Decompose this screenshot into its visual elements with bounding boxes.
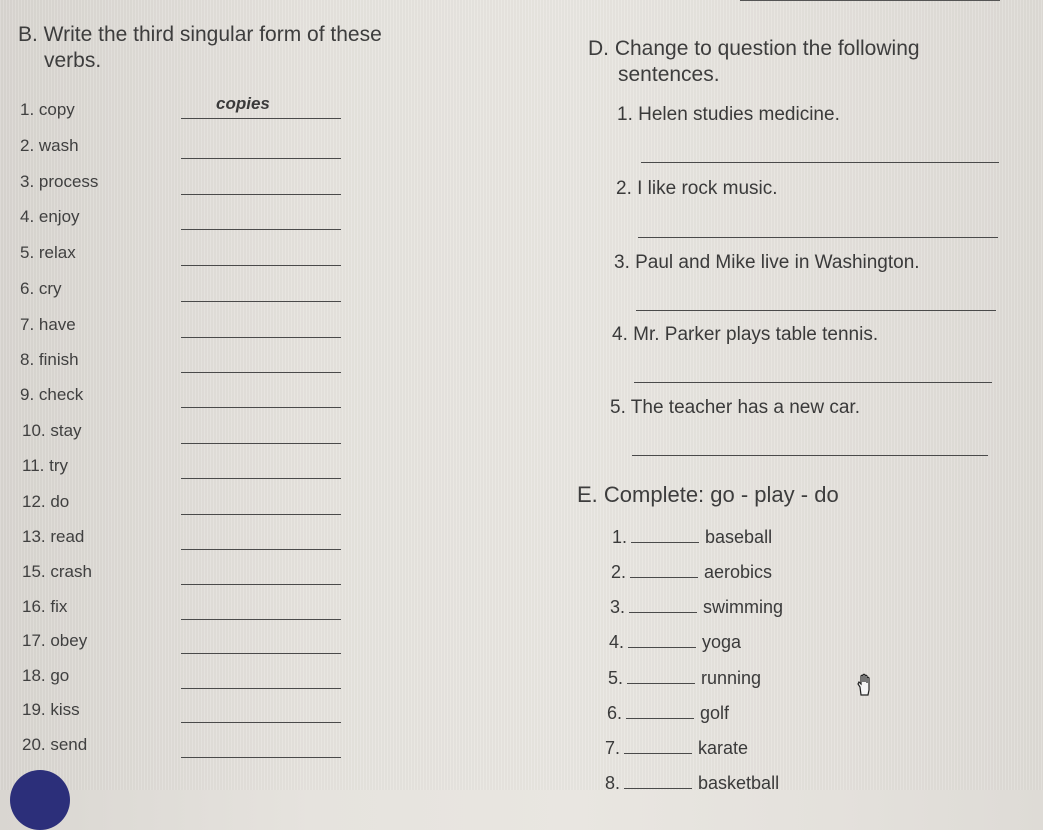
- section-d-title: D. Change to question the following sent…: [588, 36, 920, 88]
- sport-item-number: 3.: [610, 597, 626, 617]
- verb-item-label: 10. stay: [22, 421, 82, 440]
- sport-item-word: aerobics: [704, 562, 773, 582]
- sport-item-word: running: [701, 668, 762, 688]
- sport-item-word: basketball: [698, 773, 780, 793]
- sport-item: 2. aerobics: [611, 562, 772, 583]
- sentence-2: 2. I like rock music.: [616, 178, 778, 199]
- section-e-title: E. Complete: go - play - do: [577, 482, 839, 507]
- sport-item: 5. running: [608, 668, 761, 689]
- sport-item-word: karate: [698, 738, 749, 758]
- sport-verb-blank[interactable]: [624, 787, 693, 789]
- verb-answer-blank[interactable]: [181, 653, 341, 654]
- answer-line-2[interactable]: [638, 237, 998, 238]
- sentence-3: 3. Paul and Mike live in Washington.: [614, 252, 920, 273]
- sport-item-word: swimming: [703, 597, 784, 617]
- verb-answer-blank[interactable]: [181, 584, 341, 585]
- sport-verb-blank[interactable]: [630, 576, 699, 578]
- verb-answer-blank[interactable]: [181, 407, 341, 408]
- verb-item-label: 20. send: [22, 735, 88, 754]
- section-b-title-line2: verbs.: [44, 49, 102, 72]
- section-d-title-line2: sentences.: [618, 63, 720, 86]
- verb-answer-blank[interactable]: [181, 301, 341, 302]
- sport-item-number: 7.: [605, 738, 621, 758]
- sentence-4: 4. Mr. Parker plays table tennis.: [612, 324, 879, 345]
- sport-item: 6. golf: [607, 703, 729, 724]
- verb-answer-blank[interactable]: [181, 514, 341, 515]
- sport-verb-blank[interactable]: [626, 717, 695, 719]
- verb-item-label: 15. crash: [22, 562, 92, 581]
- verb-answer-blank[interactable]: [181, 688, 341, 689]
- answer-line-1[interactable]: [641, 162, 999, 163]
- verb-answer-blank[interactable]: [181, 229, 341, 230]
- verb-item-label: 9. check: [20, 385, 84, 404]
- sport-item: 3. swimming: [610, 597, 783, 618]
- verb-answer-blank[interactable]: [181, 443, 341, 444]
- verb-answer-blank[interactable]: [181, 337, 341, 338]
- divider: [740, 0, 1000, 1]
- sport-item-word: yoga: [702, 632, 742, 652]
- verb-answer-blank[interactable]: [181, 478, 341, 479]
- sport-item-number: 8.: [605, 773, 621, 793]
- verb-item-label: 12. do: [22, 492, 70, 511]
- sport-verb-blank[interactable]: [624, 752, 693, 754]
- verb-item-label: 2. wash: [20, 136, 79, 155]
- sport-item: 8. basketball: [605, 773, 779, 794]
- sentence-1: 1. Helen studies medicine.: [617, 104, 840, 125]
- verb-item-label: 6. cry: [20, 279, 62, 298]
- sport-item-number: 6.: [607, 703, 623, 723]
- verb-answer-blank[interactable]: [181, 619, 341, 620]
- sport-item: 7. karate: [605, 738, 748, 759]
- answer-line-4[interactable]: [634, 382, 992, 383]
- verb-item-label: 16. fix: [22, 597, 68, 616]
- sport-item-word: golf: [700, 703, 730, 723]
- verb-item-label: 18. go: [22, 666, 70, 685]
- avatar-badge: [10, 770, 70, 830]
- answer-line-3[interactable]: [636, 310, 996, 311]
- verb-item-label: 8. finish: [20, 350, 79, 369]
- verb-item-label: 17. obey: [22, 631, 88, 650]
- verb-item-label: 5. relax: [20, 243, 76, 262]
- verb-answer-blank[interactable]: [181, 372, 341, 373]
- sport-item-number: 2.: [611, 562, 627, 582]
- sport-item-number: 1.: [612, 527, 628, 547]
- verb-item-label: 11. try: [22, 456, 68, 475]
- verb-item-label: 13. read: [22, 527, 85, 546]
- sport-item-word: baseball: [705, 527, 773, 547]
- sport-verb-blank[interactable]: [628, 646, 697, 648]
- verb-answer-blank[interactable]: [181, 194, 341, 195]
- sport-verb-blank[interactable]: [631, 541, 700, 543]
- sentence-5: 5. The teacher has a new car.: [610, 397, 860, 418]
- sport-item-number: 5.: [608, 668, 624, 688]
- verb-item-label: 19. kiss: [22, 700, 80, 719]
- sport-item: 1. baseball: [612, 527, 772, 548]
- section-b-title-line1: B. Write the third singular form of thes…: [18, 23, 382, 46]
- verb-answer-blank[interactable]: [181, 158, 341, 159]
- hand-cursor-icon: [857, 673, 870, 696]
- sport-item: 4. yoga: [609, 632, 741, 653]
- verb-item-label: 3. process: [20, 172, 99, 191]
- sport-verb-blank[interactable]: [629, 611, 698, 613]
- verb-item-label: 1. copy: [20, 100, 75, 119]
- verb-answer: copies: [216, 94, 270, 113]
- worksheet: B. Write the third singular form of thes…: [0, 0, 1043, 830]
- verb-item-label: 4. enjoy: [20, 207, 80, 226]
- sport-item-number: 4.: [609, 632, 625, 652]
- verb-answer-blank[interactable]: [181, 722, 341, 723]
- section-d-title-line1: D. Change to question the following: [588, 37, 920, 60]
- verb-answer-blank[interactable]: [181, 118, 341, 119]
- verb-answer-blank[interactable]: [181, 549, 341, 550]
- section-b-title: B. Write the third singular form of thes…: [18, 22, 382, 74]
- verb-answer-blank[interactable]: [181, 265, 341, 266]
- answer-line-5[interactable]: [632, 455, 988, 456]
- verb-answer-blank[interactable]: [181, 757, 341, 758]
- sport-verb-blank[interactable]: [627, 682, 696, 684]
- verb-item-label: 7. have: [20, 315, 76, 334]
